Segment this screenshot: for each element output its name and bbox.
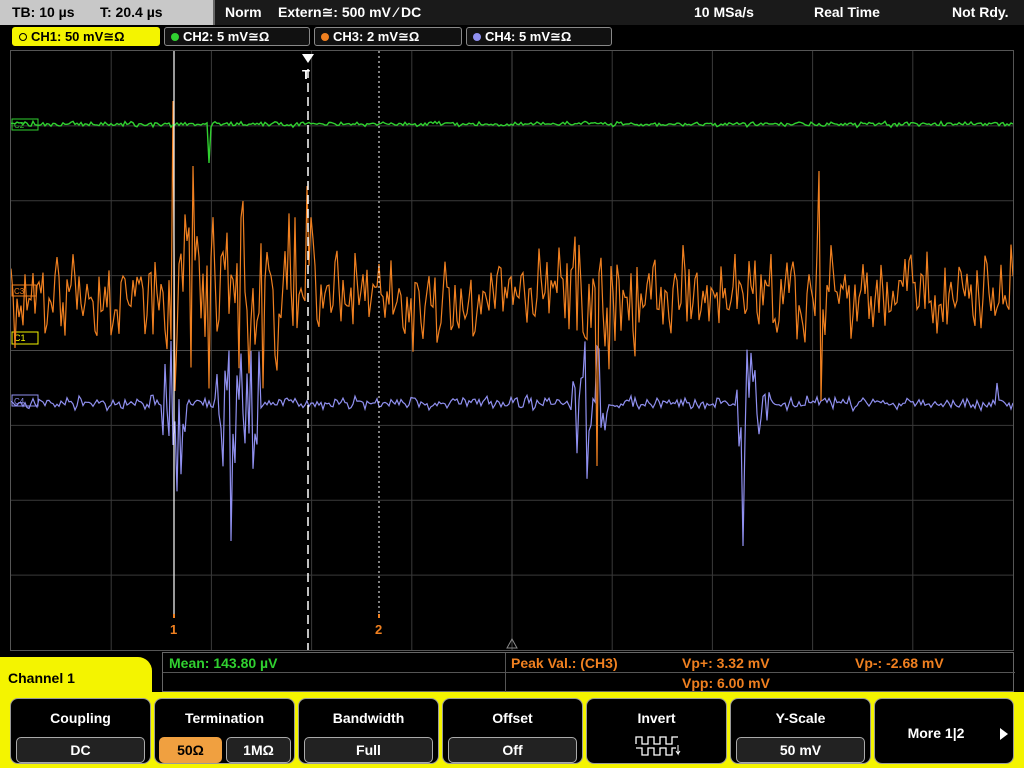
invert-softkey[interactable]: Invert <box>586 698 727 764</box>
vp-plus-value: Vp+: 3.32 mV <box>682 655 770 671</box>
yscale-softkey[interactable]: Y-Scale 50 mV <box>730 698 871 764</box>
trigger-marker-label: T <box>302 67 310 82</box>
trigger-mode[interactable]: Norm <box>225 4 262 20</box>
ch2-label: CH2: 5 mV≅Ω <box>183 29 270 44</box>
waveform-canvas: C2 C3 C1 C4 1 2 T <box>11 51 1013 650</box>
ch3-dot-icon <box>321 33 329 41</box>
ch3-label: CH3: 2 mV≅Ω <box>333 29 420 44</box>
yscale-title: Y-Scale <box>775 710 826 726</box>
graticule <box>11 51 1013 650</box>
acquisition-mode: Real Time <box>814 4 880 20</box>
termination-softkey[interactable]: Termination 50Ω 1MΩ <box>154 698 295 764</box>
invert-title: Invert <box>637 710 676 726</box>
tab-ch1[interactable]: CH1: 50 mV≅Ω <box>12 27 160 46</box>
sample-rate: 10 MSa/s <box>694 4 754 20</box>
cursor-1-label: 1 <box>170 622 177 637</box>
menu-title-text: Channel 1 <box>8 670 75 686</box>
termination-1mohm-option[interactable]: 1MΩ <box>226 737 291 763</box>
trigger-time-value: T: 20.4 µs <box>100 4 163 20</box>
termination-title: Termination <box>184 710 265 726</box>
vpp-value: Vpp: 6.00 mV <box>682 675 770 691</box>
meas-row-divider <box>163 672 1015 673</box>
cursor-2-label: 2 <box>375 622 382 637</box>
timebase-panel[interactable]: TB: 10 µs T: 20.4 µs <box>0 0 215 25</box>
status-text: Not Rdy. <box>952 4 1009 20</box>
invert-waveform-icon <box>635 736 681 756</box>
bandwidth-softkey[interactable]: Bandwidth Full <box>298 698 439 764</box>
chevron-right-icon <box>1000 728 1008 740</box>
coupling-softkey[interactable]: Coupling DC <box>10 698 151 764</box>
bandwidth-value[interactable]: Full <box>304 737 433 763</box>
status-bar: TB: 10 µs T: 20.4 µs Norm Extern≅: 500 m… <box>0 0 1024 25</box>
ch2-dot-icon <box>171 33 179 41</box>
more-softkey[interactable]: More 1|2 <box>874 698 1014 764</box>
softkey-bar: Coupling DC Termination 50Ω 1MΩ Bandwidt… <box>0 692 1024 768</box>
trigger-source[interactable]: Extern≅: 500 mV ⁄ DC <box>278 4 421 21</box>
tab-ch3[interactable]: CH3: 2 mV≅Ω <box>314 27 462 46</box>
more-label: More 1|2 <box>907 725 965 741</box>
tab-ch4[interactable]: CH4: 5 mV≅Ω <box>466 27 612 46</box>
measurement-bar[interactable]: Mean: 143.80 µV Peak Val.: (CH3) Vp+: 3.… <box>162 652 1015 693</box>
timebase-value: TB: 10 µs <box>12 4 75 20</box>
bandwidth-title: Bandwidth <box>332 710 405 726</box>
coupling-value[interactable]: DC <box>16 737 145 763</box>
ch4-label: CH4: 5 mV≅Ω <box>485 29 572 44</box>
trigger-arrow-icon[interactable] <box>302 54 314 63</box>
peak-label: Peak Val.: (CH3) <box>511 655 618 671</box>
coupling-title: Coupling <box>50 710 111 726</box>
meas-col-divider <box>505 653 506 693</box>
ch1-label: CH1: 50 mV≅Ω <box>31 29 125 44</box>
ch4-dot-icon <box>473 33 481 41</box>
channel-bar: CH1: 50 mV≅Ω CH2: 5 mV≅Ω CH3: 2 mV≅Ω CH4… <box>0 25 1024 49</box>
tab-ch2[interactable]: CH2: 5 mV≅Ω <box>164 27 310 46</box>
mean-measurement: Mean: 143.80 µV <box>169 655 278 671</box>
termination-50ohm-option[interactable]: 50Ω <box>159 737 222 763</box>
offset-title: Offset <box>492 710 533 726</box>
waveform-display[interactable]: C2 C3 C1 C4 1 2 T <box>10 50 1014 651</box>
ch1-dot-icon <box>19 33 27 41</box>
offset-softkey[interactable]: Offset Off <box>442 698 583 764</box>
yscale-value[interactable]: 50 mV <box>736 737 865 763</box>
svg-text:C3: C3 <box>14 287 25 296</box>
vp-minus-value: Vp-: -2.68 mV <box>855 655 944 671</box>
offset-value[interactable]: Off <box>448 737 577 763</box>
